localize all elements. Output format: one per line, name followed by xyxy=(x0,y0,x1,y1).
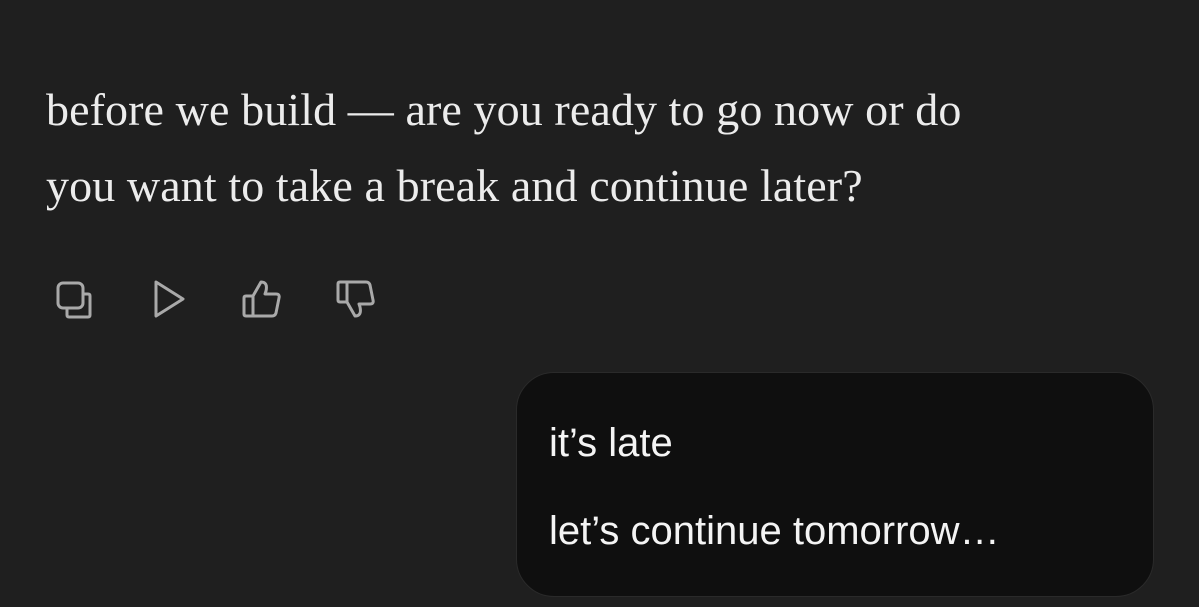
chat-thread: before we build — are you ready to go no… xyxy=(0,0,1199,607)
read-aloud-button[interactable] xyxy=(144,275,192,323)
copy-icon xyxy=(56,281,92,319)
user-message-line: let’s continue tomorrow… xyxy=(549,509,1000,553)
thumbs-down-button[interactable] xyxy=(332,275,380,323)
user-message-line: it’s late xyxy=(549,421,673,465)
assistant-message-line: you want to take a break and continue la… xyxy=(46,160,863,211)
thumbs-up-icon xyxy=(242,280,281,318)
assistant-message-line: before we build — are you ready to go no… xyxy=(46,84,962,135)
message-actions xyxy=(50,272,380,326)
thumbs-down-icon xyxy=(336,280,375,318)
copy-button[interactable] xyxy=(50,275,98,323)
user-message-bubble: it’s late let’s continue tomorrow… xyxy=(516,372,1154,597)
thumbs-up-button[interactable] xyxy=(238,275,286,323)
play-icon xyxy=(154,280,185,318)
assistant-message: before we build — are you ready to go no… xyxy=(46,72,1156,224)
